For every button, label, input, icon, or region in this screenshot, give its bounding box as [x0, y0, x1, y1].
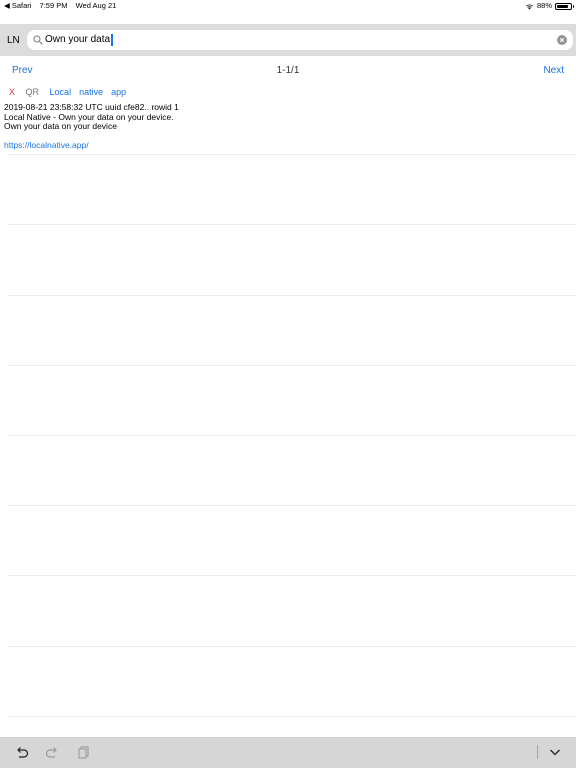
row-divider	[9, 575, 576, 576]
redo-icon[interactable]	[45, 745, 59, 759]
note-url-link[interactable]: https://localnative.app/	[4, 140, 89, 151]
undo-icon[interactable]	[15, 745, 29, 759]
page-indicator: 1-1/1	[276, 65, 300, 76]
battery-icon	[555, 2, 574, 10]
status-left: ◀ Safari 7:59 PM Wed Aug 21	[4, 0, 122, 12]
toolbar-separator	[537, 745, 538, 759]
keyboard-toolbar	[0, 737, 576, 768]
battery-percent: 88%	[536, 1, 552, 10]
row-divider	[9, 505, 576, 506]
tag-link[interactable]: app	[111, 87, 126, 97]
clear-search-icon[interactable]	[557, 35, 567, 45]
search-box[interactable]	[27, 30, 573, 50]
delete-note-button[interactable]: X	[9, 87, 15, 97]
status-time: 7:59 PM	[39, 1, 68, 10]
row-divider	[9, 295, 576, 296]
battery-fill	[557, 4, 569, 8]
tag-link[interactable]: native	[79, 87, 103, 97]
search-input[interactable]	[45, 30, 545, 50]
wifi-icon	[526, 4, 533, 9]
search-header: LN	[0, 24, 576, 56]
qr-button[interactable]: QR	[26, 87, 40, 97]
app-label: LN	[7, 35, 20, 46]
row-divider	[9, 716, 576, 717]
back-to-app-link[interactable]: ◀ Safari	[4, 1, 31, 10]
row-divider	[9, 224, 576, 225]
status-right: 88%	[525, 0, 574, 12]
clipboard-icon[interactable]	[77, 745, 91, 759]
note-text: Own your data on your device	[4, 121, 117, 131]
pager: Prev 1-1/1 Next	[0, 62, 576, 80]
row-divider	[9, 154, 576, 155]
status-bar: ◀ Safari 7:59 PM Wed Aug 21 88%	[0, 0, 576, 12]
status-date: Wed Aug 21	[75, 1, 117, 10]
chevron-down-icon[interactable]	[548, 745, 562, 759]
row-divider	[9, 435, 576, 436]
next-button[interactable]: Next	[543, 65, 564, 76]
search-icon	[33, 35, 43, 45]
note-actions: X QR Local native app	[9, 87, 134, 97]
row-divider	[9, 365, 576, 366]
tag-link[interactable]: Local	[50, 87, 72, 97]
text-caret	[111, 34, 113, 46]
row-divider	[9, 646, 576, 647]
